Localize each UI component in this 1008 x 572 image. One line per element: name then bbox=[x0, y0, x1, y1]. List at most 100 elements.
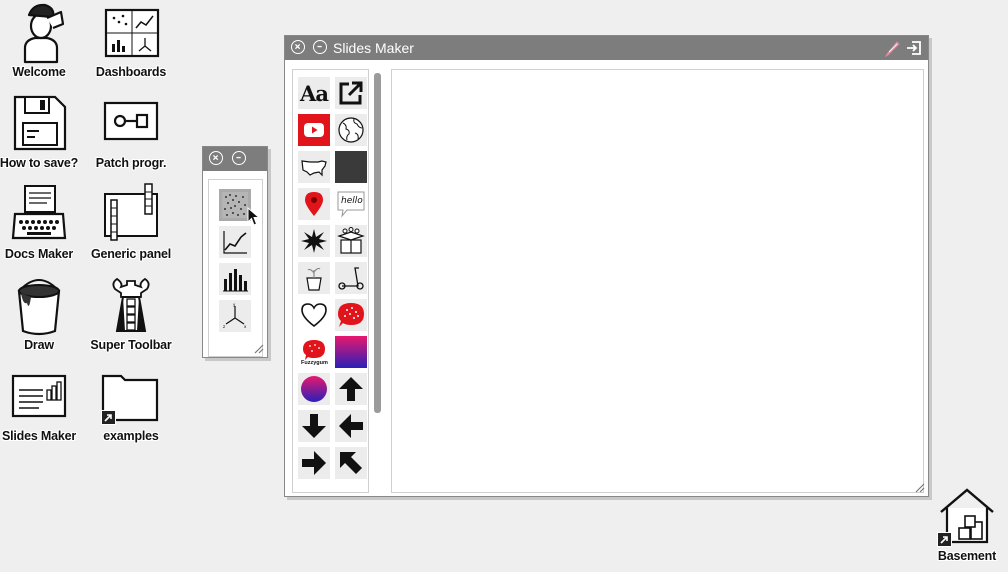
desktop-icon-label: Generic panel bbox=[90, 247, 172, 261]
us-map-icon bbox=[301, 160, 327, 177]
text-icon: Aa bbox=[300, 80, 329, 106]
burst-icon bbox=[301, 229, 327, 253]
desktop-icon-label: Dashboards bbox=[95, 65, 167, 79]
youtube-icon bbox=[304, 123, 324, 137]
scatter-plot-icon bbox=[222, 192, 248, 218]
desktop-icon-docs-maker[interactable]: Docs Maker bbox=[0, 184, 85, 270]
heart-icon bbox=[301, 303, 327, 328]
dashboard-icon bbox=[101, 2, 161, 64]
minimize-button[interactable] bbox=[313, 40, 327, 54]
floppy-disk-icon bbox=[9, 93, 69, 155]
gradient-square-tool[interactable] bbox=[335, 336, 367, 368]
gradient-circle-tool[interactable] bbox=[298, 373, 330, 405]
slides-maker-titlebar[interactable]: Slides Maker bbox=[285, 36, 928, 60]
resize-handle-icon[interactable] bbox=[253, 343, 264, 354]
chart-palette-titlebar[interactable] bbox=[203, 147, 267, 171]
paint-bucket-icon bbox=[9, 275, 69, 337]
youtube-tool[interactable] bbox=[298, 114, 330, 146]
arrow-left-tool[interactable] bbox=[335, 410, 367, 442]
arrow-up-tool[interactable] bbox=[335, 373, 367, 405]
speech-bubble-tool[interactable]: hello bbox=[335, 188, 367, 220]
arrow-down-icon bbox=[302, 414, 326, 438]
arrow-down-tool[interactable] bbox=[298, 410, 330, 442]
3d-axes-tool[interactable]: y z x bbox=[219, 300, 251, 332]
desktop-icon-dashboards[interactable]: Dashboards bbox=[85, 2, 177, 88]
line-chart-tool[interactable] bbox=[219, 226, 251, 258]
desktop-icon-label: Docs Maker bbox=[4, 247, 74, 261]
arrow-right-tool[interactable] bbox=[298, 447, 330, 479]
slides-maker-window: Slides Maker Aa hello Fuzzygum bbox=[284, 35, 929, 497]
globe-tool[interactable] bbox=[335, 114, 367, 146]
desktop-icon-label: Slides Maker bbox=[1, 429, 77, 443]
desktop-icon-label: Basement bbox=[937, 549, 997, 563]
arrow-up-left-icon bbox=[340, 452, 362, 474]
desktop-icon-label: examples bbox=[103, 429, 159, 443]
chart-palette-window: y z x bbox=[202, 146, 268, 358]
pencil-edit-icon[interactable] bbox=[884, 40, 901, 57]
svg-text:x: x bbox=[244, 324, 247, 329]
scooter-tool[interactable] bbox=[335, 262, 367, 294]
desktop-icon-examples[interactable]: examples bbox=[85, 366, 177, 452]
bar-chart-tool[interactable] bbox=[219, 263, 251, 295]
line-chart-icon bbox=[223, 231, 247, 254]
palette-scrollbar[interactable] bbox=[374, 73, 381, 413]
super-toolbar-icon bbox=[101, 275, 161, 337]
gift-box-tool[interactable] bbox=[335, 225, 367, 257]
globe-icon bbox=[338, 117, 364, 143]
arrow-left-icon bbox=[339, 414, 363, 438]
desktop-icon-label: Super Toolbar bbox=[90, 338, 172, 352]
desktop-icon-patch-progr[interactable]: Patch progr. bbox=[85, 93, 177, 179]
close-button[interactable] bbox=[291, 40, 305, 54]
desktop-icon-label: Welcome bbox=[12, 65, 66, 79]
person-icon bbox=[9, 2, 69, 64]
map-pin-icon bbox=[305, 192, 323, 216]
desktop-icon-label: How to save? bbox=[0, 156, 79, 170]
desktop-icon-draw[interactable]: Draw bbox=[0, 275, 85, 361]
fuzzygum-text: Fuzzygum bbox=[301, 360, 328, 366]
potted-plant-icon bbox=[306, 267, 322, 291]
patch-icon bbox=[101, 93, 161, 155]
heart-tool[interactable] bbox=[298, 299, 330, 331]
bar-chart-icon bbox=[223, 269, 248, 292]
dark-square-icon bbox=[337, 153, 365, 181]
slide-canvas[interactable] bbox=[391, 69, 924, 493]
desktop-icon-slides-maker[interactable]: Slides Maker bbox=[0, 366, 85, 452]
desktop-icon-generic-panel[interactable]: Generic panel bbox=[85, 183, 177, 270]
map-pin-tool[interactable] bbox=[298, 188, 330, 220]
desktop-icon-how-to-save[interactable]: How to save? bbox=[0, 93, 85, 179]
us-map-tool[interactable] bbox=[298, 151, 330, 183]
minimize-button[interactable] bbox=[232, 151, 246, 165]
exit-icon[interactable] bbox=[906, 40, 922, 56]
burst-tool[interactable] bbox=[298, 225, 330, 257]
arrow-up-icon bbox=[339, 377, 363, 401]
close-button[interactable] bbox=[209, 151, 223, 165]
3d-axes-icon: y z x bbox=[223, 302, 247, 329]
desktop-icon-basement[interactable]: Basement bbox=[921, 486, 1008, 572]
shortcut-arrow-icon bbox=[937, 532, 952, 547]
desktop-icon-label: Patch progr. bbox=[95, 156, 167, 170]
generic-panel-icon bbox=[101, 183, 161, 246]
scooter-icon bbox=[338, 267, 364, 290]
arrow-up-left-tool[interactable] bbox=[335, 447, 367, 479]
typewriter-icon bbox=[9, 184, 69, 246]
red-bubble-icon bbox=[338, 303, 364, 327]
slides-icon bbox=[9, 366, 69, 428]
svg-text:z: z bbox=[223, 324, 225, 329]
dark-square-tool[interactable] bbox=[335, 151, 367, 183]
slides-palette: Aa hello Fuzzygum bbox=[292, 69, 369, 493]
desktop-icon-welcome[interactable]: Welcome bbox=[0, 2, 85, 88]
desktop-icon-label: Draw bbox=[24, 338, 54, 352]
potted-plant-tool[interactable] bbox=[298, 262, 330, 294]
external-link-icon bbox=[339, 81, 363, 105]
mouse-cursor-icon bbox=[247, 207, 261, 226]
external-link-tool[interactable] bbox=[335, 77, 367, 109]
text-tool[interactable]: Aa bbox=[298, 77, 330, 109]
resize-handle-icon[interactable] bbox=[914, 482, 925, 493]
desktop-icon-super-toolbar[interactable]: Super Toolbar bbox=[85, 275, 177, 361]
red-bubble-tool[interactable] bbox=[335, 299, 367, 331]
arrow-right-icon bbox=[302, 451, 326, 475]
shortcut-arrow-icon bbox=[101, 410, 116, 425]
speech-bubble-text: hello bbox=[341, 196, 363, 206]
fuzzygum-tool[interactable]: Fuzzygum bbox=[298, 336, 330, 368]
gradient-circle-icon bbox=[301, 376, 327, 402]
